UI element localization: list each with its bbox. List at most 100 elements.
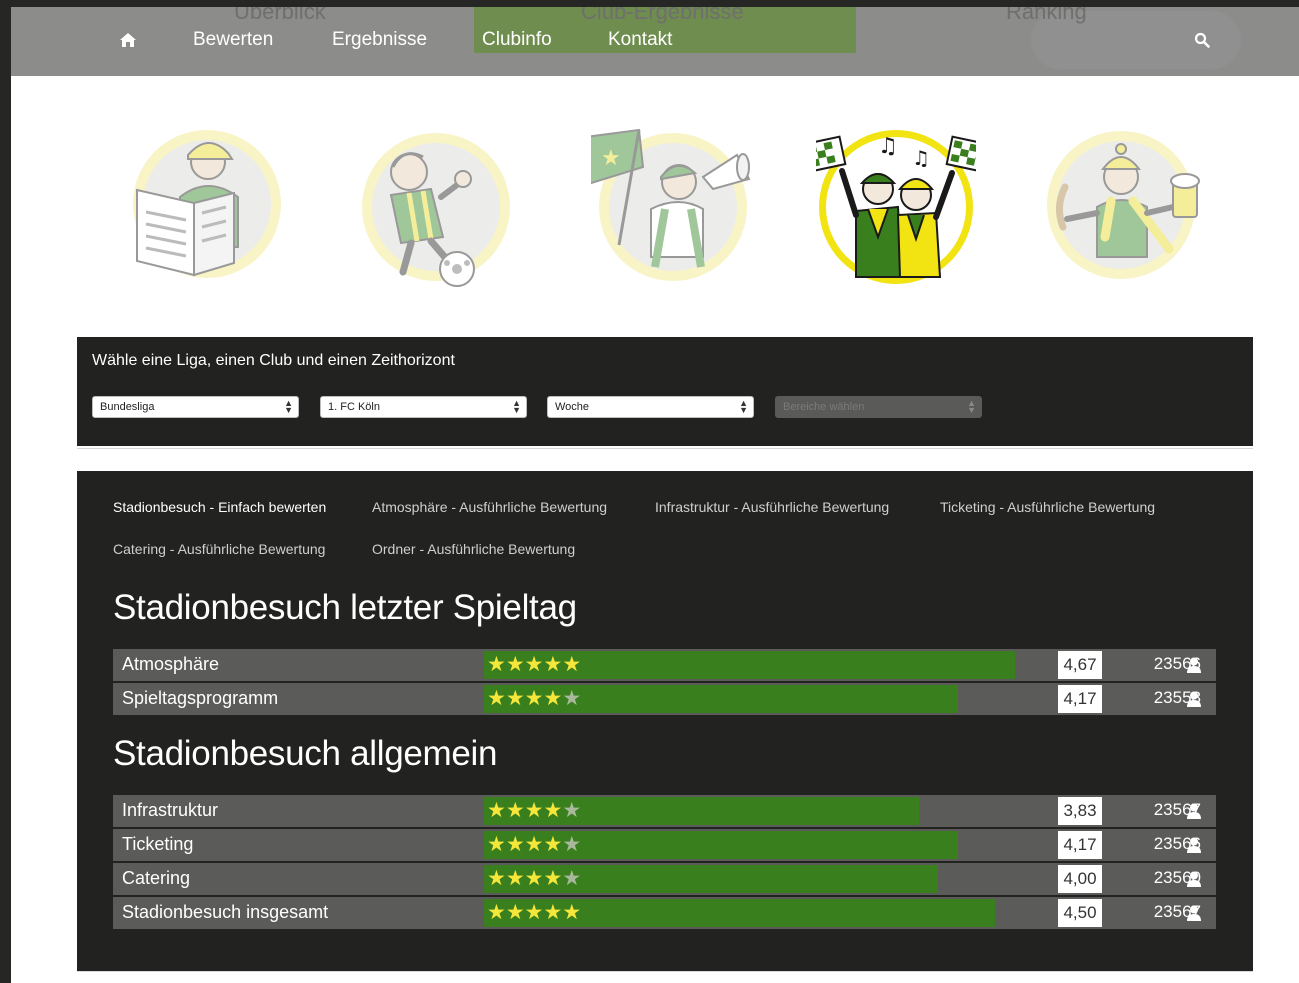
rating-label: Stadionbesuch insgesamt — [122, 902, 329, 922]
tab-stadionbesuch-einfach[interactable]: Stadionbesuch - Einfach bewerten — [113, 499, 326, 515]
club-select[interactable]: 1. FC Köln ▲ ▼ — [320, 396, 527, 418]
rating-score: 4,67 — [1058, 651, 1102, 679]
footballer-fan-icon[interactable] — [351, 127, 511, 287]
star-icon: ★ — [543, 687, 563, 710]
league-select[interactable]: Bundesliga ▲ ▼ — [92, 396, 299, 418]
star-icon: ★ — [524, 833, 544, 856]
tab-infrastruktur[interactable]: Infrastruktur - Ausführliche Bewertung — [655, 499, 889, 515]
rating-row-catering: Catering ★★★★★ 4,00 23560 — [113, 863, 1216, 895]
rating-label: Infrastruktur — [122, 800, 219, 820]
star-icon: ★ — [505, 653, 525, 676]
nav-ergebnisse[interactable]: Ergebnisse — [332, 29, 427, 51]
period-select[interactable]: Woche ▲ ▼ — [547, 396, 754, 418]
rating-score: 4,17 — [1058, 685, 1102, 713]
star-icon: ★ — [505, 687, 525, 710]
svg-text:♫: ♫ — [912, 146, 930, 170]
rating-row-ticketing: Ticketing ★★★★★ 4,17 23566 — [113, 829, 1216, 861]
rating-score: 4,00 — [1058, 865, 1102, 893]
league-select-value: Bundesliga — [100, 401, 155, 413]
star-icon: ★ — [505, 833, 525, 856]
nav-kontakt[interactable]: Kontakt — [608, 29, 672, 51]
rating-count: 23566 — [1153, 654, 1201, 673]
search-icon[interactable] — [1194, 32, 1210, 48]
star-rating-icon: ★★★★★ — [487, 651, 581, 679]
star-icon: ★ — [487, 653, 506, 676]
home-icon[interactable] — [119, 31, 137, 49]
filter-title: Wähle eine Liga, einen Club und einen Ze… — [92, 352, 455, 369]
star-icon: ★ — [524, 653, 544, 676]
rating-row-spieltagsprogramm: Spieltagsprogramm ★★★★★ 4,17 23558 — [113, 683, 1216, 715]
rating-label: Atmosphäre — [122, 654, 220, 674]
section-title-letzter-spieltag: Stadionbesuch letzter Spieltag — [113, 588, 577, 627]
star-icon: ★ — [505, 901, 525, 924]
ratings-panel: Stadionbesuch - Einfach bewerten Atmosph… — [77, 471, 1253, 971]
flag-megaphone-fan-icon[interactable]: ★ — [591, 127, 751, 287]
newspaper-fan-icon[interactable] — [122, 127, 282, 287]
star-icon: ★ — [543, 653, 563, 676]
star-icon: ★ — [562, 687, 582, 710]
star-icon: ★ — [543, 799, 563, 822]
section-title-allgemein: Stadionbesuch allgemein — [113, 734, 498, 773]
select-arrows-icon: ▲ ▼ — [512, 398, 521, 415]
nav-clubinfo[interactable]: Clubinfo — [482, 29, 552, 51]
rating-count: 23566 — [1153, 834, 1201, 853]
star-icon: ★ — [487, 687, 506, 710]
rating-count: 23560 — [1153, 868, 1201, 887]
user-icon — [1187, 691, 1201, 707]
areas-select-placeholder: Bereiche wählen — [783, 401, 865, 413]
tab-ticketing[interactable]: Ticketing - Ausführliche Bewertung — [940, 499, 1155, 515]
page: Überblick Club-Ergebnisse Ranking Bewert… — [11, 7, 1299, 983]
nav-bewerten[interactable]: Bewerten — [193, 29, 273, 51]
tab-catering[interactable]: Catering - Ausführliche Bewertung — [113, 541, 325, 557]
star-icon: ★ — [562, 901, 582, 924]
rating-row-infrastruktur: Infrastruktur ★★★★★ 3,83 23567 — [113, 795, 1216, 827]
rating-count: 23558 — [1153, 688, 1201, 707]
areas-select: Bereiche wählen ▲ ▼ — [775, 396, 982, 418]
star-icon: ★ — [487, 867, 506, 890]
star-icon: ★ — [562, 653, 582, 676]
star-icon: ★ — [487, 833, 506, 856]
star-icon: ★ — [543, 867, 563, 890]
user-icon — [1187, 657, 1201, 673]
ghost-nav-uberblick: Überblick — [234, 7, 326, 24]
period-select-value: Woche — [555, 401, 590, 413]
tab-ordner[interactable]: Ordner - Ausführliche Bewertung — [372, 541, 575, 557]
singing-fans-icon[interactable]: ♫ ♫ — [816, 127, 976, 287]
select-arrows-icon: ▲ ▼ — [284, 398, 293, 415]
rating-label: Spieltagsprogramm — [122, 688, 279, 708]
svg-text:★: ★ — [601, 146, 621, 171]
star-icon: ★ — [505, 799, 525, 822]
star-rating-icon: ★★★★★ — [487, 797, 581, 825]
star-icon: ★ — [524, 901, 544, 924]
rating-score: 4,17 — [1058, 831, 1102, 859]
star-rating-icon: ★★★★★ — [487, 685, 581, 713]
beer-sausage-fan-icon[interactable] — [1041, 127, 1201, 287]
star-rating-icon: ★★★★★ — [487, 831, 581, 859]
user-icon — [1187, 871, 1201, 887]
star-icon: ★ — [543, 833, 563, 856]
rating-score: 3,83 — [1058, 797, 1102, 825]
club-select-value: 1. FC Köln — [328, 401, 380, 413]
star-icon: ★ — [487, 901, 506, 924]
star-rating-icon: ★★★★★ — [487, 865, 581, 893]
star-icon: ★ — [562, 867, 582, 890]
star-icon: ★ — [524, 687, 544, 710]
svg-text:♫: ♫ — [878, 134, 898, 159]
user-icon — [1187, 837, 1201, 853]
select-arrows-icon: ▲ ▼ — [967, 398, 976, 415]
rating-count: 23567 — [1153, 902, 1201, 921]
rating-label: Catering — [122, 868, 191, 888]
ghost-nav-club-ergebnisse: Club-Ergebnisse — [581, 7, 744, 24]
user-icon — [1187, 803, 1201, 819]
divider — [77, 971, 1253, 972]
tab-atmosphaere[interactable]: Atmosphäre - Ausführliche Bewertung — [372, 499, 607, 515]
star-icon: ★ — [562, 833, 582, 856]
star-icon: ★ — [562, 799, 582, 822]
star-rating-icon: ★★★★★ — [487, 899, 581, 927]
star-icon: ★ — [524, 799, 544, 822]
user-icon — [1187, 905, 1201, 921]
star-icon: ★ — [524, 867, 544, 890]
star-icon: ★ — [487, 799, 506, 822]
rating-score: 4,50 — [1058, 899, 1102, 927]
rating-label: Ticketing — [122, 834, 194, 854]
